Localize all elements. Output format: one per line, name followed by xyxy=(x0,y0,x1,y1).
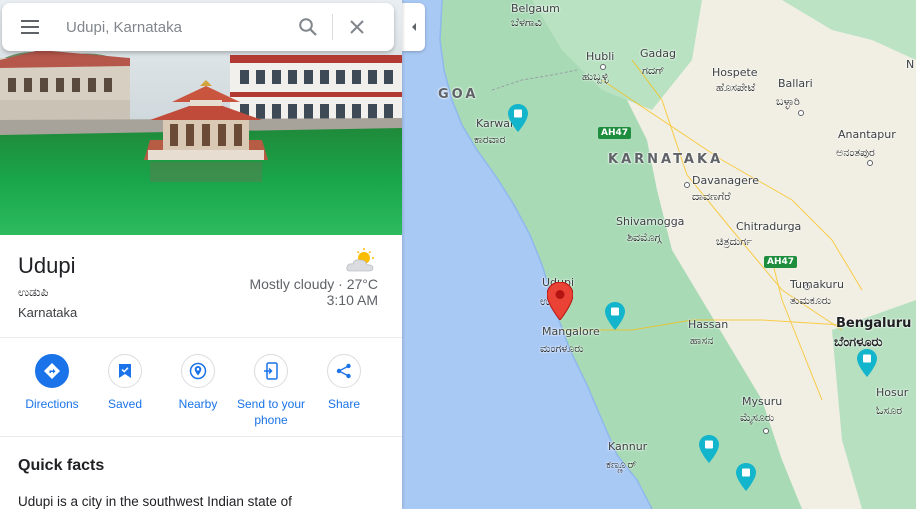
send-to-phone-icon-circle xyxy=(254,354,288,388)
city-dot-anantapur xyxy=(867,160,873,166)
place-hero-photo[interactable] xyxy=(0,0,402,235)
map-label-anantapur: Anantapur xyxy=(838,128,896,141)
place-pin-teal-ghats[interactable] xyxy=(605,302,625,330)
city-dot-hubli xyxy=(600,64,606,70)
selected-place-pin[interactable] xyxy=(547,282,573,320)
search-box xyxy=(2,3,394,51)
bookmark-icon xyxy=(119,364,131,378)
map-label-kannur-kn: ಕಣ್ಣೂರ್ xyxy=(606,458,637,471)
map-label-belgaum: Belgaum xyxy=(511,2,560,15)
map-label-shivamogga: Shivamogga xyxy=(616,215,685,228)
send-to-phone-label: Send to your phone xyxy=(236,397,306,427)
chevron-left-icon xyxy=(411,23,416,31)
local-time: 3:10 AM xyxy=(326,292,378,308)
close-icon xyxy=(350,20,364,34)
map-label-hassan-kn: ಹಾಸನ xyxy=(690,334,714,347)
share-button[interactable]: Share xyxy=(307,354,381,412)
map-label-chitradurga: Chitradurga xyxy=(736,220,802,233)
map-label-ballari: Ballari xyxy=(778,77,813,90)
map-label-belgaum-kn: ಬೆಳಗಾವಿ xyxy=(511,16,542,29)
place-region: Karnataka xyxy=(18,305,78,320)
map-label-hubli-kn: ಹುಬ್ಬಳ್ಳಿ xyxy=(582,70,609,83)
map-label-gadag: Gadag xyxy=(640,47,676,60)
map-label-mangalore: Mangalore xyxy=(542,325,600,338)
directions-icon-circle xyxy=(35,354,69,388)
place-pin-teal-karwar[interactable] xyxy=(508,104,528,132)
nearby-icon xyxy=(189,362,207,380)
send-to-phone-button[interactable]: Send to your phone xyxy=(234,354,308,428)
city-dot-davanagere xyxy=(684,182,690,188)
map-label-gadag-kn: ಗದಗ್ xyxy=(642,64,665,77)
search-input[interactable] xyxy=(58,18,288,36)
map-label-hospete-kn: ಹೊಸಪೇಟೆ xyxy=(716,81,756,94)
collapse-panel-button[interactable] xyxy=(402,3,425,51)
quick-facts-text: Udupi is a city in the southwest Indian … xyxy=(18,494,292,509)
nearby-button[interactable]: Nearby xyxy=(161,354,235,412)
place-title: Udupi xyxy=(18,253,76,278)
saved-icon-circle xyxy=(108,354,142,388)
map-label-goa: GOA xyxy=(438,87,479,102)
directions-icon xyxy=(44,363,60,379)
search-button[interactable] xyxy=(288,3,328,51)
map-label-kannur: Kannur xyxy=(608,440,648,453)
nearby-label: Nearby xyxy=(178,397,218,411)
map-label-mysuru: Mysuru xyxy=(742,395,783,408)
map-label-hassan: Hassan xyxy=(688,318,729,331)
nearby-icon-circle xyxy=(181,354,215,388)
place-local-name: ಉಡುಪಿ xyxy=(18,285,49,299)
map-label-shivamogga-kn: ಶಿವಮೊಗ್ಗ xyxy=(627,231,662,244)
map-view[interactable]: Belgaum ಬೆಳಗಾವಿ Hubli ಹುಬ್ಬಳ್ಳಿ Gadag ಗದ… xyxy=(402,0,916,509)
map-label-davanagere: Davanagere xyxy=(692,174,759,187)
place-pin-teal-wayanad[interactable] xyxy=(736,463,756,491)
map-label-tumakuru: Tumakuru xyxy=(790,278,844,291)
place-info-section: Udupi ಉಡುಪಿ Karnataka Mostly cloudy · 27… xyxy=(0,235,402,338)
map-label-bengaluru-kn: ಬೆಂಗಳೂರು xyxy=(834,335,883,350)
share-label: Share xyxy=(327,397,361,411)
map-label-mysuru-kn: ಮೈಸೂರು xyxy=(740,411,775,424)
search-divider xyxy=(332,14,333,40)
city-dot-ballari xyxy=(798,110,804,116)
city-dot-mysuru xyxy=(763,428,769,434)
place-pin-teal-bengaluru[interactable] xyxy=(857,349,877,377)
map-label-mangalore-kn: ಮಂಗಳೂರು xyxy=(540,342,584,355)
send-to-phone-icon xyxy=(264,362,278,380)
map-label-karwar-kn: ಕಾರವಾರ xyxy=(474,133,506,146)
map-label-karnataka: KARNATAKA xyxy=(608,152,724,167)
search-icon xyxy=(299,18,317,36)
share-icon xyxy=(336,363,351,379)
directions-label: Directions xyxy=(25,397,79,411)
map-label-edge-n: N xyxy=(906,58,915,71)
saved-button[interactable]: Saved xyxy=(88,354,162,412)
map-label-ballari-kn: ಬಳ್ಳಾರಿ xyxy=(776,95,800,108)
map-label-bengaluru: Bengaluru xyxy=(836,316,912,331)
highway-shield-ah47-south: AH47 xyxy=(764,256,798,268)
partly-cloudy-icon xyxy=(346,248,374,272)
menu-button[interactable] xyxy=(2,3,58,51)
map-label-hosur-kn: ಓಸೂರ xyxy=(876,404,903,417)
share-icon-circle xyxy=(327,354,361,388)
directions-button[interactable]: Directions xyxy=(15,354,89,412)
map-label-hospete: Hospete xyxy=(712,66,758,79)
map-label-tumakuru-kn: ತುಮಕೂರು xyxy=(790,294,832,307)
map-label-davanagere-kn: ದಾವಣಗೆರೆ xyxy=(692,190,731,203)
highway-shield-ah47-north: AH47 xyxy=(598,127,632,139)
place-actions: Directions Saved Nearby Send to your pho… xyxy=(0,338,402,437)
weather-summary: Mostly cloudy · 27°C xyxy=(249,276,378,292)
place-side-panel: Udupi ಉಡುಪಿ Karnataka Mostly cloudy · 27… xyxy=(0,0,402,509)
menu-icon xyxy=(21,20,39,34)
map-label-hubli: Hubli xyxy=(586,50,615,63)
saved-label: Saved xyxy=(107,397,143,411)
map-label-chitradurga-kn: ಚಿತ್ರದುರ್ಗ xyxy=(716,235,752,248)
map-label-hosur: Hosur xyxy=(876,386,909,399)
clear-search-button[interactable] xyxy=(337,3,377,51)
place-pin-teal-coorg[interactable] xyxy=(699,435,719,463)
map-label-anantapur-kn: ಅನಂತಪುರ xyxy=(836,146,875,159)
quick-facts-title: Quick facts xyxy=(18,457,105,474)
